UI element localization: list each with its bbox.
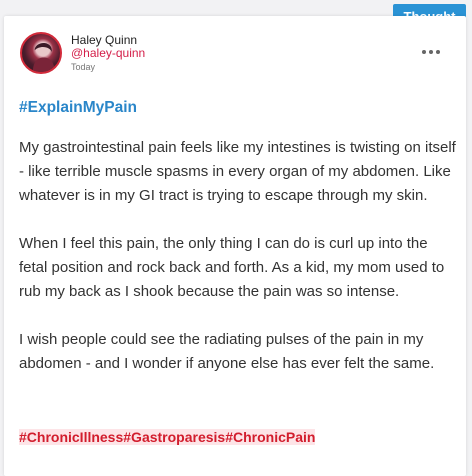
more-horizontal-icon	[422, 50, 426, 54]
more-options-button[interactable]	[422, 48, 440, 56]
post-card: Haley Quinn @haley-quinn Today #ExplainM…	[4, 16, 466, 476]
author-handle[interactable]: @haley-quinn	[71, 46, 145, 60]
post-body: My gastrointestinal pain feels like my i…	[19, 136, 457, 400]
hashtag-list: #ChronicIllness#Gastroparesis#ChronicPai…	[19, 427, 316, 447]
avatar[interactable]	[20, 32, 62, 74]
hashtag-link[interactable]: #ChronicPain	[225, 429, 316, 445]
hashtag-link[interactable]: #Gastroparesis	[123, 429, 226, 445]
author-name[interactable]: Haley Quinn	[71, 33, 137, 47]
hashtag-link[interactable]: #ChronicIllness	[19, 429, 124, 445]
post-paragraph: When I feel this pain, the only thing I …	[19, 235, 445, 300]
user-avatar-image	[32, 43, 55, 72]
post-paragraph: I wish people could see the radiating pu…	[19, 331, 435, 372]
post-timestamp: Today	[71, 62, 96, 72]
headline-hashtag[interactable]: #ExplainMyPain	[19, 99, 137, 117]
post-paragraph: My gastrointestinal pain feels like my i…	[19, 139, 456, 204]
more-horizontal-icon	[429, 50, 433, 54]
more-horizontal-icon	[436, 50, 440, 54]
